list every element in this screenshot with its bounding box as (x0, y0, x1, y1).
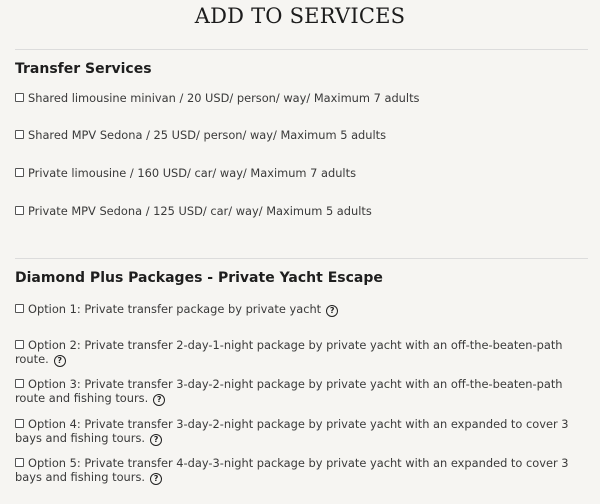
package-option-5[interactable]: Option 5: Private transfer 4-day-3-night… (15, 456, 585, 485)
checkbox[interactable] (15, 206, 24, 215)
package-option-3[interactable]: Option 3: Private transfer 3-day-2-night… (15, 377, 585, 406)
help-icon[interactable]: ? (326, 305, 339, 317)
option-label: Option 3: Private transfer 3-day-2-night… (15, 377, 563, 405)
checkbox[interactable] (15, 168, 24, 177)
section-heading-transfer-services: Transfer Services (15, 61, 152, 77)
option-label: Option 2: Private transfer 2-day-1-night… (15, 338, 563, 366)
help-icon[interactable]: ? (150, 473, 163, 485)
checkbox[interactable] (15, 304, 24, 313)
help-icon[interactable]: ? (153, 394, 166, 406)
option-label: Option 1: Private transfer package by pr… (28, 302, 322, 316)
option-label: Option 5: Private transfer 4-day-3-night… (15, 456, 569, 484)
package-option-1[interactable]: Option 1: Private transfer package by pr… (15, 302, 585, 317)
divider (15, 49, 588, 50)
option-label: Shared limousine minivan / 20 USD/ perso… (28, 91, 420, 105)
section-heading-diamond-plus-packages: Diamond Plus Packages - Private Yacht Es… (15, 270, 383, 286)
option-label: Shared MPV Sedona / 25 USD/ person/ way/… (28, 128, 387, 142)
help-icon[interactable]: ? (53, 355, 66, 367)
option-private-mpv-sedona[interactable]: Private MPV Sedona / 125 USD/ car/ way/ … (15, 204, 585, 218)
option-shared-limousine-minivan[interactable]: Shared limousine minivan / 20 USD/ perso… (15, 91, 585, 105)
checkbox[interactable] (15, 458, 24, 467)
checkbox[interactable] (15, 340, 24, 349)
option-label: Private MPV Sedona / 125 USD/ car/ way/ … (28, 204, 372, 218)
checkbox[interactable] (15, 379, 24, 388)
help-icon[interactable]: ? (150, 434, 163, 446)
checkbox[interactable] (15, 93, 24, 102)
option-label: Option 4: Private transfer 3-day-2-night… (15, 417, 569, 445)
option-shared-mpv-sedona[interactable]: Shared MPV Sedona / 25 USD/ person/ way/… (15, 128, 585, 142)
page-title: ADD TO SERVICES (194, 4, 406, 28)
divider (15, 258, 588, 259)
package-option-2[interactable]: Option 2: Private transfer 2-day-1-night… (15, 338, 585, 367)
package-option-4[interactable]: Option 4: Private transfer 3-day-2-night… (15, 417, 585, 446)
option-private-limousine[interactable]: Private limousine / 160 USD/ car/ way/ M… (15, 166, 585, 180)
checkbox[interactable] (15, 419, 24, 428)
checkbox[interactable] (15, 130, 24, 139)
option-label: Private limousine / 160 USD/ car/ way/ M… (28, 166, 356, 180)
